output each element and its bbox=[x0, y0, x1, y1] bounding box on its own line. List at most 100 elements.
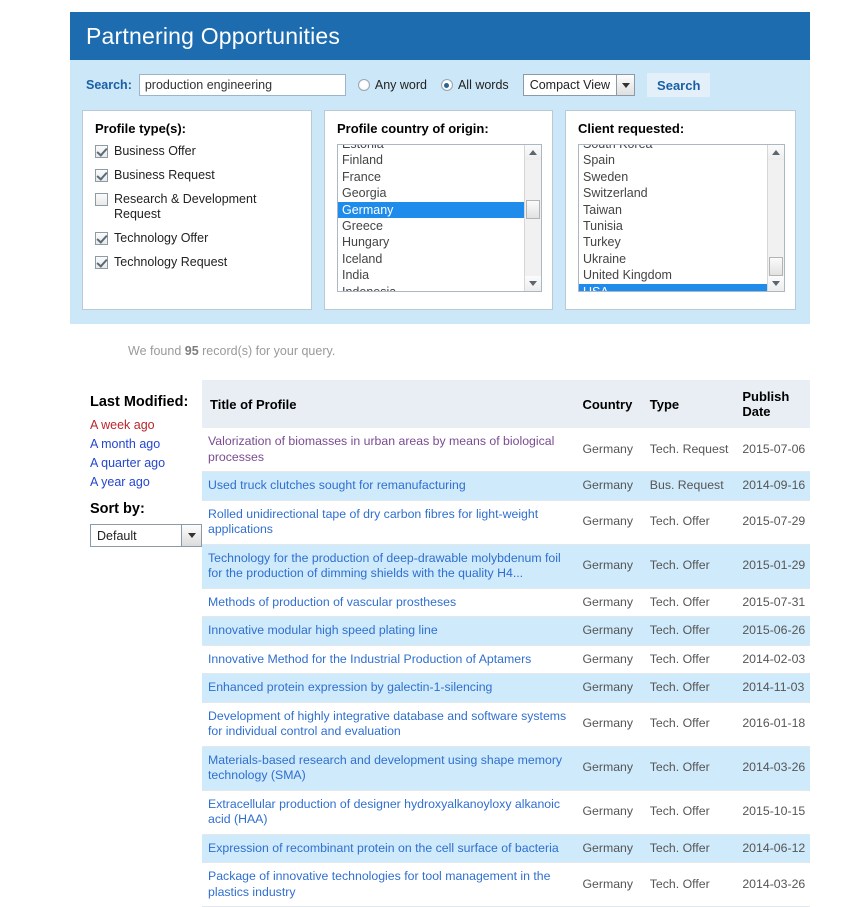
list-option[interactable]: Tunisia bbox=[579, 218, 767, 234]
results-count: 95 bbox=[184, 344, 199, 358]
scroll-down-icon[interactable] bbox=[525, 276, 541, 291]
cell-title: Technology for the production of deep-dr… bbox=[202, 544, 577, 589]
filter-client-requested-title: Client requested: bbox=[578, 121, 685, 136]
cell-type: Tech. Offer bbox=[643, 790, 737, 835]
filter-link-a-month-ago[interactable]: A month ago bbox=[90, 437, 202, 451]
cell-country: Germany bbox=[576, 616, 644, 646]
cell-country: Germany bbox=[576, 471, 644, 501]
profile-title-link[interactable]: Enhanced protein expression by galectin-… bbox=[208, 680, 492, 694]
scroll-up-icon[interactable] bbox=[525, 145, 541, 160]
profile-title-link[interactable]: Extracellular production of designer hyd… bbox=[208, 797, 560, 827]
list-option[interactable]: Estonia bbox=[338, 145, 524, 152]
table-row[interactable]: Extracellular production of designer hyd… bbox=[202, 790, 810, 835]
filter-link-a-year-ago[interactable]: A year ago bbox=[90, 475, 202, 489]
cell-publish-date: 2015-10-15 bbox=[736, 790, 810, 835]
scroll-up-icon[interactable] bbox=[768, 145, 784, 160]
list-option[interactable]: Georgia bbox=[338, 185, 524, 201]
cell-type: Tech. Offer bbox=[643, 673, 737, 703]
list-option[interactable]: South Korea bbox=[579, 145, 767, 152]
cell-publish-date: 2014-03-26 bbox=[736, 862, 810, 907]
chevron-down-icon[interactable] bbox=[181, 525, 201, 546]
profile-title-link[interactable]: Valorization of biomasses in urban areas… bbox=[208, 434, 554, 464]
table-row[interactable]: Rolled unidirectional tape of dry carbon… bbox=[202, 500, 810, 545]
list-option[interactable]: Taiwan bbox=[579, 202, 767, 218]
page-container: Partnering Opportunities Search: Any wor… bbox=[70, 12, 810, 907]
filter-link-a-quarter-ago[interactable]: A quarter ago bbox=[90, 456, 202, 470]
table-row[interactable]: Methods of production of vascular prosth… bbox=[202, 588, 810, 617]
column-header-title[interactable]: Title of Profile bbox=[202, 380, 577, 428]
checkbox-business-offer[interactable]: Business Offer bbox=[95, 144, 301, 159]
list-option[interactable]: Ukraine bbox=[579, 251, 767, 267]
list-option[interactable]: USA bbox=[579, 283, 767, 291]
list-option[interactable]: Germany bbox=[338, 201, 524, 219]
scroll-down-icon[interactable] bbox=[768, 276, 784, 291]
checkbox-technology-request[interactable]: Technology Request bbox=[95, 255, 301, 270]
table-row[interactable]: Development of highly integrative databa… bbox=[202, 702, 810, 747]
view-mode-select[interactable]: Compact View bbox=[522, 74, 636, 96]
column-header-publish-date[interactable]: Publish Date bbox=[736, 380, 810, 428]
list-option[interactable]: Sweden bbox=[579, 169, 767, 185]
profile-title-link[interactable]: Expression of recombinant protein on the… bbox=[208, 841, 559, 855]
list-option[interactable]: Turkey bbox=[579, 234, 767, 250]
list-option[interactable]: Iceland bbox=[338, 251, 524, 267]
checkbox-business-request[interactable]: Business Request bbox=[95, 168, 301, 183]
radio-all-words[interactable]: All words bbox=[440, 78, 509, 92]
country-of-origin-listbox[interactable]: EstoniaFinlandFranceGeorgiaGermanyGreece… bbox=[337, 144, 542, 292]
country-of-origin-scrollbar[interactable] bbox=[524, 145, 541, 291]
profile-title-link[interactable]: Methods of production of vascular prosth… bbox=[208, 595, 456, 609]
results-table-head: Title of Profile Country Type Publish Da… bbox=[202, 380, 810, 428]
scrollbar-thumb[interactable] bbox=[769, 257, 783, 276]
table-row[interactable]: Enhanced protein expression by galectin-… bbox=[202, 673, 810, 703]
list-option[interactable]: Indonesia bbox=[338, 284, 524, 291]
list-option[interactable]: United Kingdom bbox=[579, 267, 767, 283]
profile-title-link[interactable]: Materials-based research and development… bbox=[208, 753, 562, 783]
list-option[interactable]: Switzerland bbox=[579, 185, 767, 201]
search-button[interactable]: Search bbox=[647, 73, 711, 97]
table-row[interactable]: Technology for the production of deep-dr… bbox=[202, 544, 810, 589]
cell-country: Germany bbox=[576, 544, 644, 589]
table-row[interactable]: Package of innovative technologies for t… bbox=[202, 862, 810, 907]
table-row[interactable]: Innovative modular high speed plating li… bbox=[202, 616, 810, 646]
list-option[interactable]: Spain bbox=[579, 152, 767, 168]
profile-title-link[interactable]: Development of highly integrative databa… bbox=[208, 709, 566, 739]
list-option[interactable]: Finland bbox=[338, 152, 524, 168]
table-row[interactable]: Used truck clutches sought for remanufac… bbox=[202, 471, 810, 501]
profile-title-link[interactable]: Innovative modular high speed plating li… bbox=[208, 623, 438, 637]
table-row[interactable]: Materials-based research and development… bbox=[202, 746, 810, 791]
column-header-type[interactable]: Type bbox=[643, 380, 737, 428]
profile-title-link[interactable]: Technology for the production of deep-dr… bbox=[208, 551, 561, 581]
filter-link-a-week-ago[interactable]: A week ago bbox=[90, 418, 202, 432]
filter-country-of-origin: Profile country of origin: EstoniaFinlan… bbox=[324, 110, 553, 310]
cell-publish-date: 2014-02-03 bbox=[736, 645, 810, 674]
profile-title-link[interactable]: Used truck clutches sought for remanufac… bbox=[208, 478, 466, 492]
list-option[interactable]: Hungary bbox=[338, 234, 524, 250]
list-option[interactable]: Greece bbox=[338, 218, 524, 234]
cell-type: Tech. Offer bbox=[643, 544, 737, 589]
table-row[interactable]: Expression of recombinant protein on the… bbox=[202, 834, 810, 863]
checkbox-technology-offer[interactable]: Technology Offer bbox=[95, 231, 301, 246]
profile-title-link[interactable]: Rolled unidirectional tape of dry carbon… bbox=[208, 507, 538, 537]
radio-any-word[interactable]: Any word bbox=[357, 78, 427, 92]
radio-icon-any-word bbox=[357, 79, 370, 91]
table-row[interactable]: Valorization of biomasses in urban areas… bbox=[202, 428, 810, 472]
client-requested-scrollbar[interactable] bbox=[767, 145, 784, 291]
client-requested-listbox[interactable]: South KoreaSpainSwedenSwitzerlandTaiwanT… bbox=[578, 144, 785, 292]
search-input[interactable] bbox=[138, 74, 346, 96]
list-option[interactable]: France bbox=[338, 169, 524, 185]
table-row[interactable]: Innovative Method for the Industrial Pro… bbox=[202, 645, 810, 674]
view-mode-value: Compact View bbox=[529, 78, 611, 92]
cell-publish-date: 2014-11-03 bbox=[736, 673, 810, 703]
cell-country: Germany bbox=[576, 834, 644, 863]
profile-title-link[interactable]: Package of innovative technologies for t… bbox=[208, 869, 550, 899]
sort-by-select[interactable]: Default bbox=[90, 524, 202, 547]
cell-type: Tech. Offer bbox=[643, 588, 737, 617]
column-header-country[interactable]: Country bbox=[576, 380, 644, 428]
profile-title-link[interactable]: Innovative Method for the Industrial Pro… bbox=[208, 652, 531, 666]
search-panel: Search: Any word All words Compact View … bbox=[70, 60, 810, 324]
chevron-down-icon[interactable] bbox=[616, 75, 635, 95]
scrollbar-thumb[interactable] bbox=[526, 200, 540, 219]
cell-country: Germany bbox=[576, 746, 644, 791]
list-option[interactable]: India bbox=[338, 267, 524, 283]
cell-type: Tech. Offer bbox=[643, 746, 737, 791]
checkbox-research-development-request[interactable]: Research & Development Request bbox=[95, 192, 301, 222]
